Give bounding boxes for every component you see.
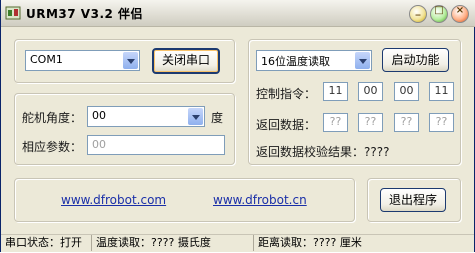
sensor-group: 16位温度读取 启动功能 控制指令： 11 00 00 11 返回数据： ?? … (248, 39, 461, 165)
command-byte-2[interactable]: 00 (358, 82, 383, 101)
mode-select[interactable]: 16位温度读取 (256, 50, 372, 71)
command-byte-4-value: 11 (434, 84, 449, 97)
app-icon (5, 6, 21, 20)
close-button[interactable]: × (451, 5, 469, 23)
exit-program-button[interactable]: 退出程序 (380, 188, 446, 212)
port-select[interactable]: COM1 (25, 50, 140, 71)
port-select-value: COM1 (30, 53, 63, 66)
status-bar: 串口状态：打开 温度读取：???? 摄氏度 距离读取：???? 厘米 (1, 234, 474, 252)
maximize-icon: □ (434, 5, 444, 16)
return-byte-3-value: ?? (400, 115, 413, 128)
command-byte-3[interactable]: 00 (394, 82, 419, 101)
distance-status: 距离读取：???? 厘米 (253, 235, 470, 251)
command-byte-1-value: 11 (328, 84, 343, 97)
chevron-down-icon[interactable] (123, 52, 138, 69)
checksum-result-label: 返回数据校验结果：???? (256, 145, 390, 159)
links-group: www.dfrobot.com www.dfrobot.cn (14, 178, 355, 222)
command-byte-4[interactable]: 11 (429, 82, 454, 101)
minimize-button[interactable]: _ (409, 5, 427, 23)
response-param-label: 相应参数： (22, 140, 83, 154)
servo-group: 舵机角度： 00 度 相应参数： 00 (14, 93, 235, 165)
chevron-down-icon[interactable] (355, 52, 370, 69)
close-port-button[interactable]: 关闭串口 (152, 48, 220, 74)
command-byte-3-value: 00 (399, 84, 414, 97)
return-byte-2: ?? (358, 113, 383, 132)
return-byte-1-value: ?? (329, 115, 342, 128)
temperature-status: 温度读取：???? 摄氏度 (91, 235, 254, 251)
response-param-value: 00 (92, 138, 106, 151)
return-data-label: 返回数据： (256, 118, 317, 132)
serial-status: 串口状态：打开 (5, 236, 82, 249)
response-param-field: 00 (87, 135, 225, 155)
serial-port-group: COM1 关闭串口 (14, 39, 235, 83)
command-byte-1[interactable]: 11 (323, 82, 348, 101)
return-byte-4-value: ?? (435, 115, 448, 128)
return-byte-4: ?? (429, 113, 454, 132)
start-function-button[interactable]: 启动功能 (382, 48, 449, 72)
control-command-label: 控制指令： (256, 87, 317, 101)
return-byte-3: ?? (394, 113, 419, 132)
main-window: URM37 V3.2 伴侣 _ □ × COM1 关闭串口 舵机角度： 00 度… (0, 0, 475, 252)
window-title: URM37 V3.2 伴侣 (26, 7, 144, 21)
minimize-icon: _ (415, 5, 421, 16)
dfrobot-com-link[interactable]: www.dfrobot.com (61, 193, 166, 207)
return-byte-2-value: ?? (364, 115, 377, 128)
maximize-button[interactable]: □ (430, 5, 448, 23)
degree-unit-label: 度 (211, 111, 224, 125)
servo-angle-select[interactable]: 00 (87, 106, 205, 127)
command-byte-2-value: 00 (363, 84, 378, 97)
mode-select-value: 16位温度读取 (261, 55, 330, 68)
exit-group: 退出程序 (367, 178, 461, 222)
servo-angle-value: 00 (92, 109, 106, 122)
return-byte-1: ?? (323, 113, 348, 132)
dfrobot-cn-link[interactable]: www.dfrobot.cn (213, 193, 307, 207)
chevron-down-icon[interactable] (188, 108, 203, 125)
servo-angle-label: 舵机角度： (22, 111, 83, 125)
close-icon: × (455, 5, 465, 16)
title-bar[interactable]: URM37 V3.2 伴侣 _ □ × (1, 0, 475, 27)
